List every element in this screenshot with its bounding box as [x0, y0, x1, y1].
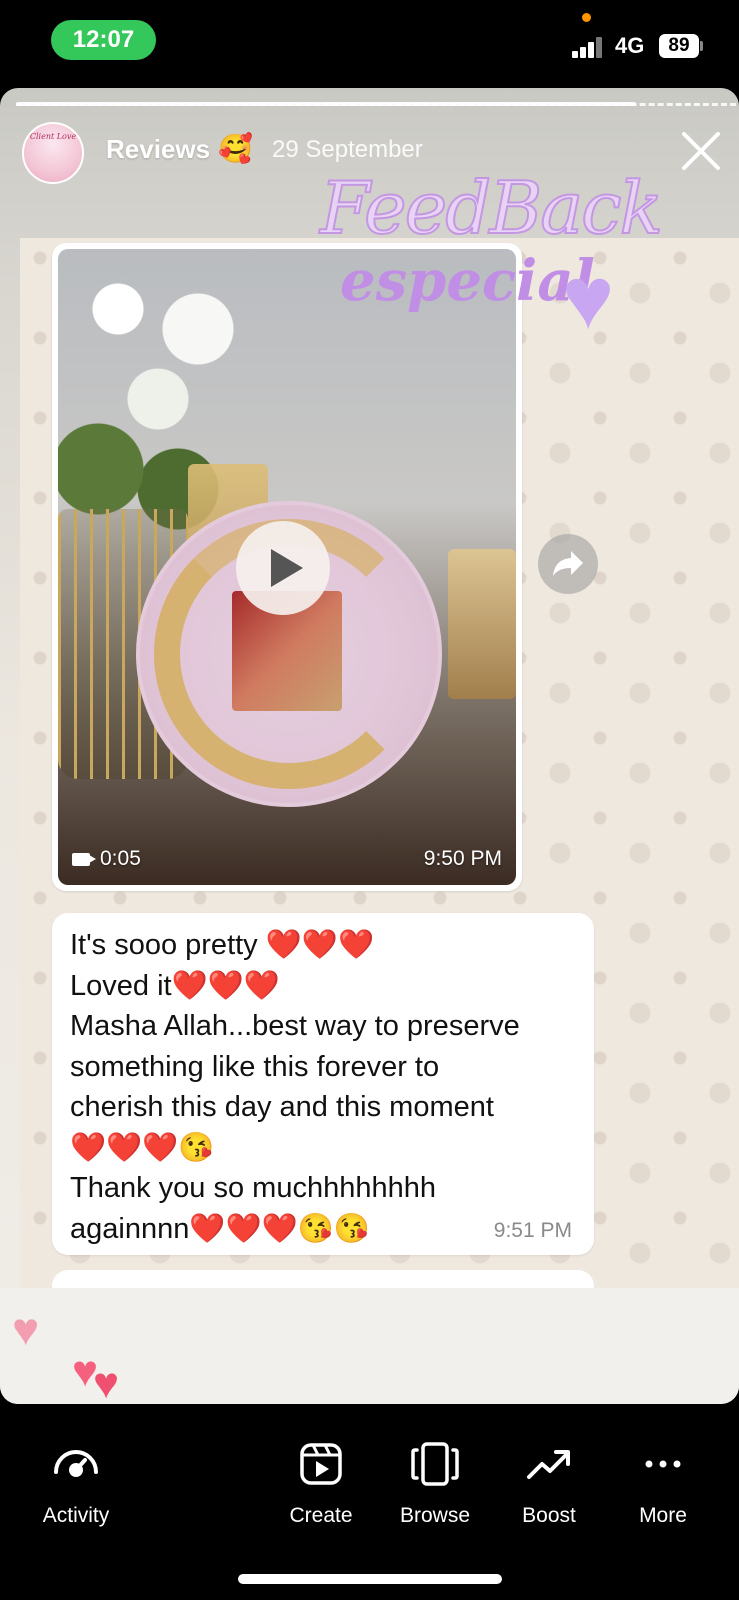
privacy-indicator-dot [582, 13, 591, 22]
status-bar: 12:07 4G 89 [0, 0, 739, 88]
floating-heart-icon: ♥ [93, 1359, 120, 1405]
browse-label: Browse [399, 1504, 471, 1527]
forward-icon [553, 551, 583, 576]
message-line: Masha Allah...best way to preserve [70, 1010, 520, 1042]
network-type: 4G [615, 33, 645, 58]
activity-button[interactable]: Activity [21, 1440, 131, 1528]
home-indicator[interactable] [238, 1574, 502, 1584]
feedback-sticker: FeedBack especial ♥ [310, 165, 690, 366]
story-date: 29 September [272, 136, 423, 163]
more-icon [639, 1440, 687, 1488]
message-line: something like this forever to [70, 1050, 440, 1083]
video-timestamp: 9:50 PM [423, 847, 502, 870]
boost-icon [525, 1440, 573, 1488]
candle-glass-image [448, 549, 516, 699]
play-button[interactable] [236, 521, 330, 615]
message-timestamp: 9:51 PM [493, 1219, 572, 1242]
browse-button[interactable]: Browse [380, 1440, 490, 1528]
battery-tip [700, 41, 703, 51]
status-time: 12:07 [51, 20, 156, 60]
floating-heart-icon: ♥ [12, 1303, 40, 1355]
activity-icon [52, 1440, 100, 1488]
sticker-heart-icon: ♥ [562, 248, 615, 347]
browse-icon [411, 1440, 459, 1488]
message-line: Thank you so muchhhhhhhh [70, 1172, 436, 1204]
play-icon [271, 549, 303, 587]
more-button[interactable]: More [608, 1440, 718, 1528]
activity-label: Activity [42, 1504, 110, 1527]
create-icon [297, 1440, 345, 1488]
more-label: More [639, 1504, 687, 1527]
avatar[interactable]: Client Love [22, 122, 84, 184]
sticker-line-2: especial [340, 248, 595, 314]
sticker-line-1: FeedBack [319, 165, 664, 251]
avatar-label: Client Love [29, 132, 77, 141]
text-message-bubble[interactable]: It's sooo pretty ❤️❤️❤️ Loved it❤️❤️❤️ M… [52, 913, 594, 1255]
message-line: Loved it❤️❤️❤️ [70, 969, 280, 1002]
message-line: It's sooo pretty ❤️❤️❤️ [70, 929, 375, 961]
message-line: ❤️❤️❤️😘 [70, 1131, 215, 1164]
create-button[interactable]: Create [266, 1440, 376, 1528]
video-camera-icon [72, 852, 96, 866]
bottom-action-bar: Activity Create Browse Boost More [0, 1404, 739, 1600]
story-title-emoji: 🥰 [218, 133, 253, 164]
boost-label: Boost [522, 1504, 576, 1527]
story-title[interactable]: Reviews [106, 134, 210, 165]
video-duration-text: 0:05 [100, 847, 141, 870]
signal-icon [572, 36, 604, 58]
battery-icon: 89 [659, 34, 699, 58]
boost-button[interactable]: Boost [494, 1440, 604, 1528]
message-line: cherish this day and this moment [70, 1091, 494, 1123]
create-label: Create [289, 1504, 353, 1527]
video-duration: 0:05 [72, 847, 141, 871]
story-progress-bar [16, 102, 636, 106]
story-viewer[interactable]: Client Love Reviews 🥰 29 September 0:05 [0, 88, 739, 1404]
forward-button[interactable] [538, 534, 598, 594]
